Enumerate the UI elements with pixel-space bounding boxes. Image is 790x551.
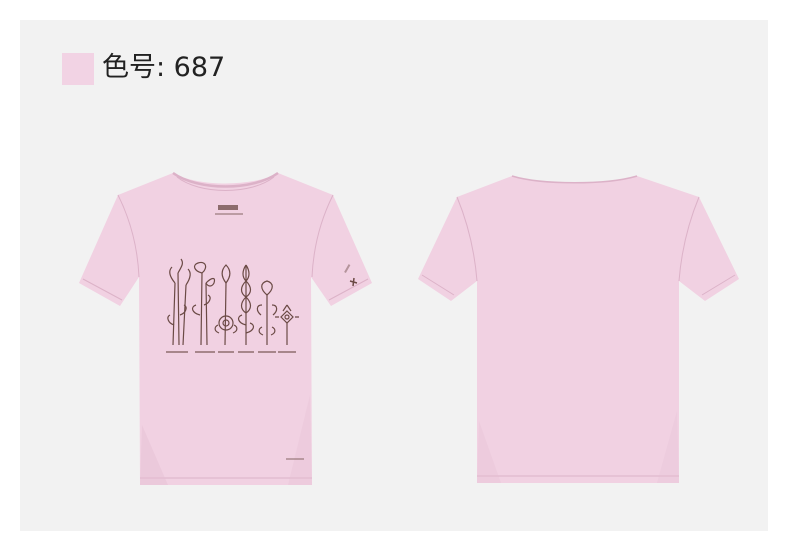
color-swatch [62, 53, 94, 85]
color-code-label: 色号: 687 [102, 52, 226, 83]
t-shirt-front-image [79, 171, 372, 485]
t-shirt-back-image [418, 175, 739, 483]
hem-label-icon [286, 458, 304, 460]
product-color-panel: 色号: 687 [20, 20, 768, 531]
